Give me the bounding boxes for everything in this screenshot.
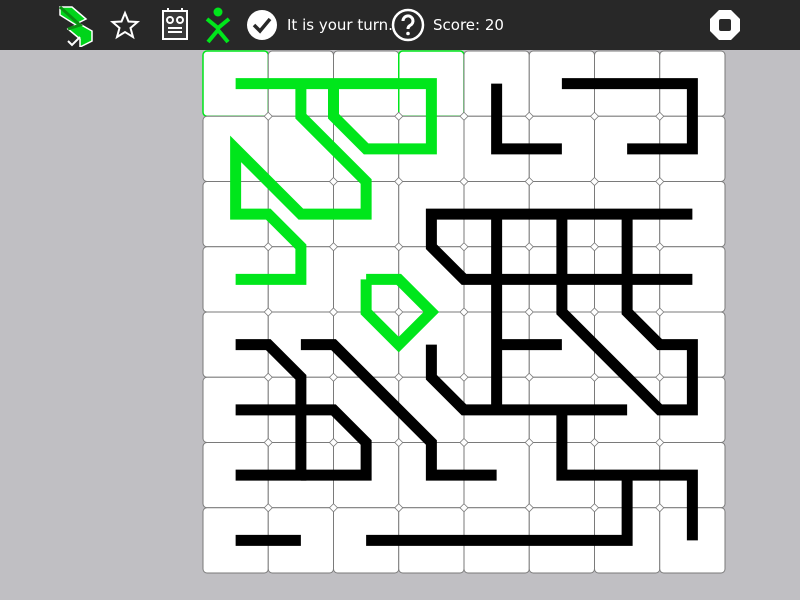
board-tile[interactable] bbox=[398, 246, 465, 313]
help-icon[interactable] bbox=[390, 5, 426, 45]
turn-status-text: It is your turn. bbox=[287, 16, 393, 34]
board-tile[interactable] bbox=[267, 115, 334, 182]
star-icon[interactable] bbox=[107, 5, 143, 45]
game-board[interactable] bbox=[202, 50, 726, 574]
board-tile[interactable] bbox=[594, 311, 661, 378]
robot-icon[interactable] bbox=[157, 5, 193, 45]
toolbar: It is your turn. Score: 20 bbox=[0, 0, 800, 50]
board-tile[interactable] bbox=[333, 376, 400, 443]
player-icon[interactable] bbox=[200, 5, 236, 45]
check-icon[interactable] bbox=[244, 5, 280, 45]
board-svg[interactable] bbox=[202, 50, 726, 574]
activity-icon[interactable] bbox=[52, 5, 98, 47]
board-tile[interactable] bbox=[333, 311, 400, 378]
stop-icon[interactable] bbox=[706, 5, 744, 45]
board-tile[interactable] bbox=[398, 376, 465, 443]
score-text: Score: 20 bbox=[433, 16, 504, 34]
